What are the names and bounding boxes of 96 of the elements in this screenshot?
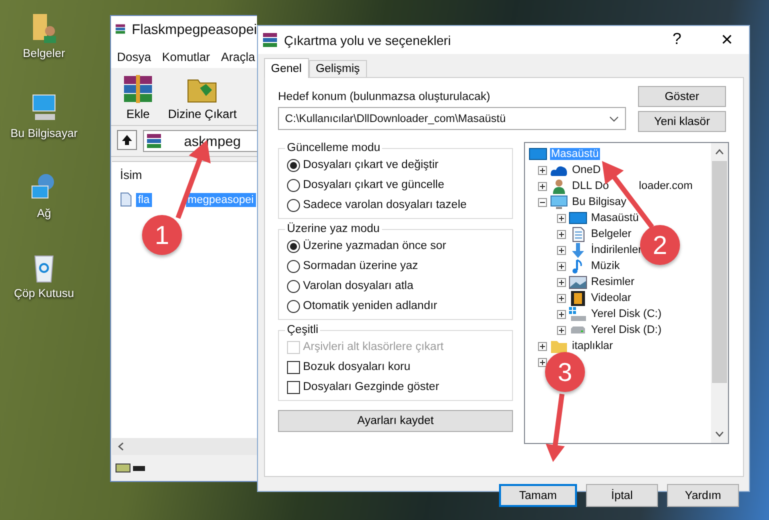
chevron-down-icon (609, 116, 619, 122)
up-arrow-icon (121, 134, 133, 146)
extract-button[interactable]: Dizine Çıkart (165, 72, 240, 123)
scroll-left-icon[interactable] (118, 442, 124, 451)
dialog-title: Çıkartma yolu ve seçenekleri (284, 32, 451, 48)
menu-item[interactable]: Araçla (221, 50, 256, 64)
file-icon (120, 192, 132, 207)
dialog-button[interactable]: Tamam (499, 484, 577, 507)
expand-icon[interactable] (557, 246, 566, 254)
option-label[interactable]: Sormadan üzerine yaz (303, 260, 418, 272)
add-button[interactable]: Ekle (119, 72, 157, 123)
close-button[interactable]: × (705, 26, 749, 54)
tree-item[interactable]: OneD (571, 164, 602, 176)
checkbox[interactable] (287, 380, 300, 394)
tree-item[interactable]: Belgeler (590, 228, 632, 240)
expand-icon[interactable] (557, 214, 566, 222)
tree-item[interactable]: Bu Bilgisay (571, 196, 628, 208)
monitor-icon (569, 212, 587, 224)
radio-button[interactable] (287, 240, 300, 252)
tree-item[interactable]: İndirilenler (590, 244, 643, 256)
radio-button[interactable] (287, 300, 300, 312)
books-icon (122, 74, 154, 104)
system-drive-icon (569, 306, 587, 322)
tree-item[interactable]: Müzik (590, 260, 621, 272)
expand-icon[interactable] (557, 262, 566, 270)
expand-icon[interactable] (557, 310, 566, 318)
up-button[interactable] (117, 130, 137, 150)
tree-item[interactable]: Yerel Disk (C:) (590, 308, 662, 320)
dialog-button[interactable]: İptal (586, 484, 658, 507)
tree-item[interactable]: DLL Do (571, 180, 610, 192)
group-title: Çeşitli (286, 324, 320, 336)
option-label[interactable]: Sadece varolan dosyaları tazele (303, 199, 467, 211)
expand-icon[interactable] (557, 294, 566, 302)
expand-icon[interactable] (557, 326, 566, 334)
film-icon (569, 290, 587, 306)
desktop-icon-label[interactable]: Bu Bilgisayar (10, 128, 78, 140)
picture-icon (569, 276, 587, 288)
computer-icon (550, 194, 568, 210)
scrollbar[interactable] (112, 438, 257, 455)
scrollbar[interactable] (711, 143, 728, 443)
arrow (546, 394, 565, 462)
radio-button[interactable] (287, 198, 300, 212)
radio-button[interactable] (287, 178, 300, 192)
desktop-icon-label[interactable]: Çöp Kutusu (14, 288, 74, 300)
tree-item-text[interactable]: loader.com (638, 180, 694, 192)
down-arrow-icon (569, 242, 587, 258)
destination-label: Hedef konum (bulunmazsa oluşturulacak) (278, 91, 492, 103)
tree-item[interactable]: Resimler (590, 276, 636, 288)
desktop-icon-label[interactable]: Belgeler (22, 48, 66, 60)
option-label[interactable]: Otomatik yeniden adlandır (303, 300, 438, 312)
user-icon (550, 178, 568, 194)
tab[interactable]: Gelişmiş (308, 60, 367, 77)
drive-key-icon (115, 462, 147, 474)
destination-combobox[interactable]: C:\Kullanıcılar\DllDownloader_com\Masaüstü (278, 107, 626, 130)
group-title: Güncelleme modu (286, 142, 382, 154)
radio-button[interactable] (287, 280, 300, 292)
option-label[interactable]: Üzerine yazmadan önce sor (303, 240, 446, 252)
monitor-icon (529, 148, 547, 160)
dialog-button[interactable]: Yardım (667, 484, 739, 507)
tab[interactable]: Genel (264, 58, 309, 78)
expand-icon[interactable] (538, 342, 547, 350)
tree-item[interactable]: Videolar (590, 292, 632, 304)
books-icon (262, 32, 278, 48)
expand-icon[interactable] (538, 182, 547, 190)
menu-item[interactable]: Dosya (117, 50, 152, 64)
tree-item[interactable]: Masaüstü (590, 212, 640, 224)
cloud-icon (550, 164, 568, 176)
expand-icon[interactable] (557, 278, 566, 286)
option-label[interactable]: Dosyaları çıkart ve güncelle (303, 179, 444, 191)
tree-item[interactable]: itaplıklar (571, 340, 614, 352)
side-button[interactable]: Göster (638, 86, 726, 107)
scroll-up-icon[interactable] (715, 149, 724, 155)
save-settings-button[interactable]: Ayarları kaydet (278, 410, 513, 432)
option-label[interactable]: Varolan dosyaları atla (303, 280, 414, 292)
desktop-icon-label[interactable]: Ağ (36, 208, 52, 220)
expand-icon[interactable] (538, 358, 547, 366)
checkbox[interactable] (287, 360, 300, 374)
expand-icon[interactable] (557, 230, 566, 238)
books-icon (146, 133, 162, 149)
side-button[interactable]: Yeni klasör (638, 111, 726, 132)
expand-icon[interactable] (538, 166, 547, 174)
path-field[interactable]: askmpeg (143, 130, 257, 152)
option-label[interactable]: Dosyaları Gezginde göster (303, 381, 440, 393)
scroll-down-icon[interactable] (715, 431, 724, 437)
window-title: Flaskmpegpeasopei (132, 21, 257, 37)
menu-item[interactable]: Komutlar (162, 50, 210, 64)
drive-icon (569, 326, 587, 334)
radio-button[interactable] (287, 158, 300, 172)
option-label[interactable]: Dosyaları çıkart ve değiştir (303, 159, 438, 171)
radio-button[interactable] (287, 260, 300, 272)
help-button[interactable]: ? (655, 26, 699, 54)
tree-item[interactable]: Yerel Disk (D:) (590, 324, 662, 336)
collapse-icon[interactable] (538, 198, 547, 206)
column-header[interactable]: İsim (112, 162, 150, 188)
group-title: Üzerine yaz modu (286, 223, 381, 235)
option-label[interactable]: Bozuk dosyaları koru (303, 361, 410, 373)
